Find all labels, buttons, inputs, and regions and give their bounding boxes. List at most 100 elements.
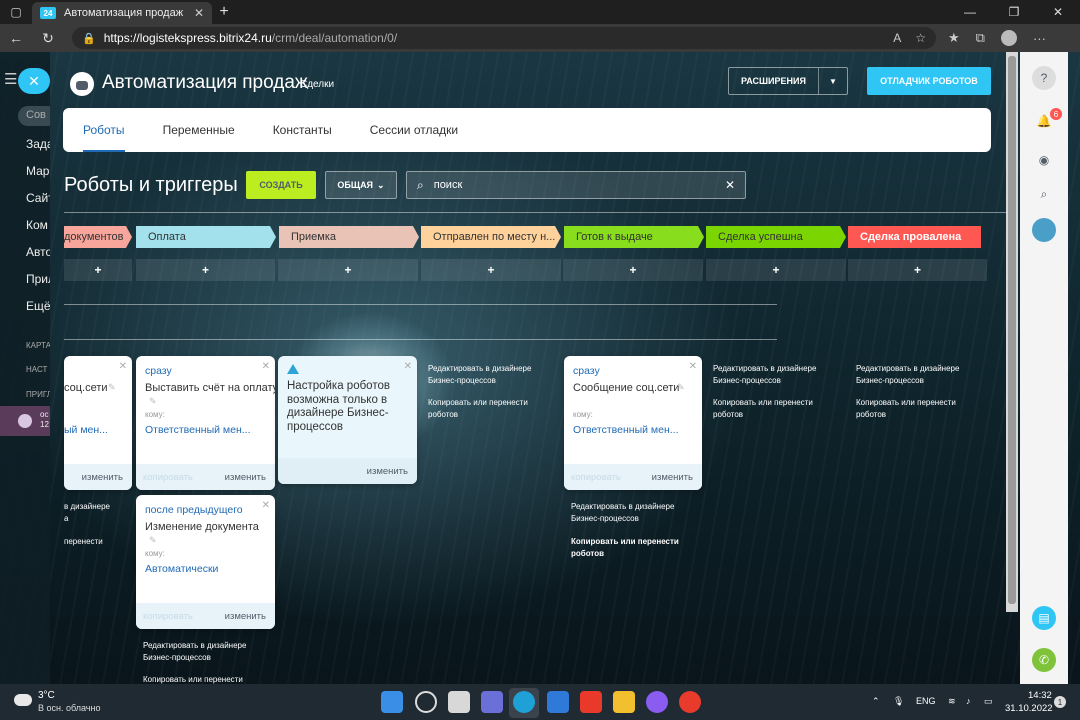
close-icon[interactable]: ✕: [262, 361, 270, 372]
stage-documents[interactable]: документов: [64, 226, 132, 248]
add-favorite-icon[interactable]: ☆: [915, 31, 926, 45]
new-tab-icon[interactable]: +: [212, 3, 236, 21]
search-icon[interactable]: [415, 691, 437, 713]
robot-assignee[interactable]: Ответственный мен...: [145, 424, 251, 436]
pencil-icon[interactable]: ✎: [149, 396, 157, 407]
wifi-icon[interactable]: ≋: [948, 696, 956, 707]
stage-shipped[interactable]: Отправлен по месту н...: [421, 226, 561, 248]
robot-timing[interactable]: после предыдущего: [145, 504, 243, 516]
menu-burger-icon[interactable]: ☰: [4, 70, 17, 88]
back-icon[interactable]: ←: [0, 30, 32, 46]
store-icon[interactable]: [547, 691, 569, 713]
copy-link[interactable]: копировать: [143, 472, 193, 483]
edit-in-designer-link[interactable]: Редактировать в дизайнере Бизнес-процесс…: [856, 363, 976, 387]
copy-move-robots-link[interactable]: Копировать или перенести роботов: [856, 397, 976, 421]
menu-item-automation[interactable]: Авто: [26, 245, 50, 259]
edit-link[interactable]: изменить: [367, 466, 408, 477]
copy-link[interactable]: копировать: [143, 611, 193, 622]
clock-time[interactable]: 14:32: [1028, 690, 1052, 701]
address-bar[interactable]: 🔒 https://logistekspress.bitrix24.ru/crm…: [72, 27, 936, 49]
add-trigger-button[interactable]: +: [563, 259, 703, 281]
document-icon[interactable]: ▤: [1032, 606, 1056, 630]
tab-actions-icon[interactable]: ▢: [0, 0, 32, 24]
edit-in-designer-link[interactable]: Редактировать в дизайнере Бизнес-процесс…: [143, 640, 263, 664]
restore-icon[interactable]: ❐: [992, 5, 1036, 19]
extensions-button[interactable]: РАСШИРЕНИЯ ▼: [728, 67, 848, 95]
favorites-icon[interactable]: ★: [948, 30, 960, 46]
tab-variables[interactable]: Переменные: [163, 108, 235, 152]
copy-link[interactable]: копировать: [571, 472, 621, 483]
clock-date[interactable]: 31.10.2022: [1005, 703, 1053, 714]
yandex-icon[interactable]: [580, 691, 602, 713]
language-indicator[interactable]: ENG: [916, 696, 936, 706]
close-tab-icon[interactable]: ✕: [194, 6, 204, 20]
minimize-icon[interactable]: —: [948, 5, 992, 19]
add-trigger-button[interactable]: +: [706, 259, 846, 281]
pencil-icon[interactable]: ✎: [149, 535, 157, 546]
yandex-browser-icon[interactable]: [679, 691, 701, 713]
robot-card[interactable]: сразу ✕ Выставить счёт на оплату ✎ кому:…: [136, 356, 275, 490]
robot-debugger-button[interactable]: ОТЛАДЧИК РОБОТОВ: [867, 67, 991, 95]
robot-card[interactable]: сразу ✕ Сообщение соц.сети ✎ кому: Ответ…: [564, 356, 702, 490]
add-trigger-button[interactable]: +: [421, 259, 561, 281]
profile-avatar[interactable]: [1000, 30, 1017, 46]
microphone-icon[interactable]: 🎙: [893, 696, 904, 707]
robot-assignee[interactable]: Ответственный мен...: [573, 424, 679, 436]
scrollbar-thumb[interactable]: [1008, 56, 1016, 604]
robot-assignee[interactable]: Автоматически: [145, 563, 218, 575]
phone-icon[interactable]: ✆: [1032, 648, 1056, 672]
edit-in-designer-link[interactable]: Редактировать в дизайнере Бизнес-процесс…: [713, 363, 833, 387]
copy-move-robots-link[interactable]: перенести: [64, 536, 124, 548]
stage-payment[interactable]: Оплата: [136, 226, 276, 248]
stage-ready[interactable]: Готов к выдаче: [564, 226, 704, 248]
pencil-icon[interactable]: ✎: [108, 382, 116, 393]
close-icon[interactable]: ✕: [119, 361, 127, 372]
menu-item-tasks[interactable]: Зада: [26, 137, 50, 151]
copy-move-robots-link[interactable]: Копировать или перенести роботов: [713, 397, 833, 421]
search-box[interactable]: ⌕ ✕: [406, 171, 746, 199]
robot-timing[interactable]: сразу: [145, 365, 172, 377]
close-window-icon[interactable]: ✕: [1036, 5, 1080, 19]
copy-move-robots-link[interactable]: Копировать или перенести роботов: [571, 536, 691, 560]
stage-acceptance[interactable]: Приемка: [279, 226, 419, 248]
browser-tab[interactable]: 24 Автоматизация продаж ✕: [32, 2, 212, 24]
edit-in-designer-link[interactable]: в дизайнере а: [64, 501, 124, 525]
search-input[interactable]: [433, 179, 714, 191]
close-icon[interactable]: ✕: [689, 361, 697, 372]
market-plan-widget[interactable]: ос 12: [0, 406, 50, 436]
user-avatar[interactable]: [1032, 218, 1056, 242]
collections-icon[interactable]: ⧉: [976, 30, 985, 46]
create-button[interactable]: СОЗДАТЬ: [246, 171, 316, 199]
add-trigger-button[interactable]: +: [278, 259, 418, 281]
file-explorer-icon[interactable]: [613, 691, 635, 713]
stage-success[interactable]: Сделка успешна: [706, 226, 846, 248]
close-icon[interactable]: ✕: [262, 500, 270, 511]
edit-link[interactable]: изменить: [225, 611, 266, 622]
menu-item-more[interactable]: Ещё: [26, 299, 50, 313]
edit-link[interactable]: изменить: [225, 472, 266, 483]
robot-assignee[interactable]: ый мен...: [64, 424, 108, 436]
battery-icon[interactable]: ▭: [984, 696, 993, 707]
tab-constants[interactable]: Константы: [273, 108, 332, 152]
menu-caption-map[interactable]: КАРТА: [26, 341, 50, 350]
volume-icon[interactable]: ♪: [966, 696, 971, 706]
robot-card[interactable]: ✕ соц.сети ✎ ый мен... изменить: [64, 356, 132, 490]
add-trigger-button[interactable]: +: [136, 259, 275, 281]
alice-icon[interactable]: [646, 691, 668, 713]
general-filter-button[interactable]: ОБЩАЯ ⌄: [325, 171, 397, 199]
menu-item-sites[interactable]: Сайт: [26, 191, 50, 205]
task-view-icon[interactable]: [448, 691, 470, 713]
edit-link[interactable]: изменить: [82, 472, 123, 483]
read-aloud-icon[interactable]: A: [893, 31, 901, 45]
chevron-down-icon[interactable]: ▼: [819, 77, 847, 86]
copy-move-robots-link[interactable]: Копировать или перенести роботов: [428, 397, 548, 421]
add-trigger-button[interactable]: +: [848, 259, 987, 281]
windows-start-icon[interactable]: [381, 691, 403, 713]
notification-center-badge[interactable]: 1: [1054, 696, 1066, 708]
robot-timing[interactable]: сразу: [573, 365, 600, 377]
stage-failed[interactable]: Сделка провалена: [848, 226, 981, 248]
weather-description[interactable]: В осн. облачно: [38, 703, 100, 713]
add-trigger-button[interactable]: +: [64, 259, 132, 281]
weather-temperature[interactable]: 3°C: [38, 690, 55, 701]
menu-item-apps[interactable]: Прил: [26, 272, 50, 286]
